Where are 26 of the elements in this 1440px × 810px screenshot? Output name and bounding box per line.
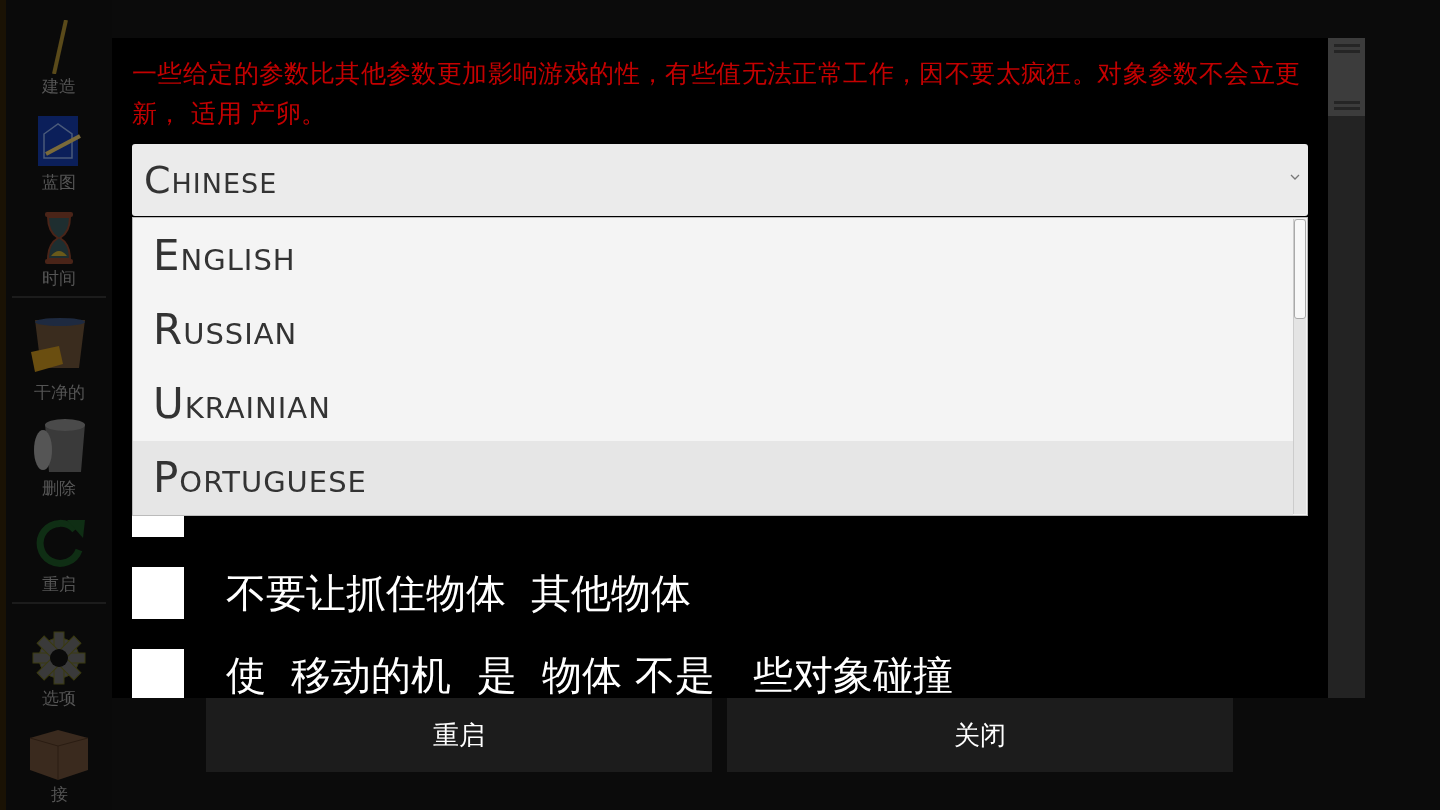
- dropdown-option[interactable]: Russian: [133, 292, 1293, 367]
- scrollbar-thumb[interactable]: [1294, 219, 1306, 319]
- dialog-button[interactable]: 关闭: [727, 698, 1233, 772]
- language-select[interactable]: Chinese: [132, 144, 1308, 216]
- option-label: 不要让抓住物体 其他物体: [226, 568, 692, 618]
- sidebar-item[interactable]: 重启: [6, 498, 112, 594]
- hammer-icon: [49, 20, 69, 74]
- dialog-button[interactable]: 重启: [206, 698, 712, 772]
- dropdown-option[interactable]: Ukrainian: [133, 366, 1293, 441]
- select-value: Chinese: [144, 158, 278, 202]
- checkbox[interactable]: [132, 567, 184, 619]
- sidebar-item[interactable]: 建造: [6, 0, 112, 96]
- chevron-down-icon: [1290, 174, 1300, 181]
- gear-icon: [31, 630, 87, 686]
- scrollbar-thumb[interactable]: [1328, 38, 1365, 116]
- option-label: 使 移动的机 是 物体 不是 些对象碰撞: [226, 650, 954, 698]
- checkbox[interactable]: [132, 649, 184, 698]
- sidebar-item[interactable]: 选项: [6, 612, 112, 708]
- warning-text: 一些给定的参数比其他参数更加影响游戏的性，有些值无法正常工作，因不要太疯狂。对象参数不会立更新， 适用 产卵。: [132, 58, 1302, 130]
- sidebar-item[interactable]: 时间: [6, 192, 112, 288]
- sidebar-item[interactable]: 删除: [6, 402, 112, 498]
- dropdown-option[interactable]: Portuguese: [133, 440, 1293, 515]
- dropdown-option[interactable]: English: [133, 218, 1293, 293]
- sidebar-item[interactable]: 干净的: [6, 306, 112, 402]
- sidebar-item[interactable]: 接: [6, 708, 112, 804]
- sidebar-item[interactable]: 蓝图: [6, 96, 112, 192]
